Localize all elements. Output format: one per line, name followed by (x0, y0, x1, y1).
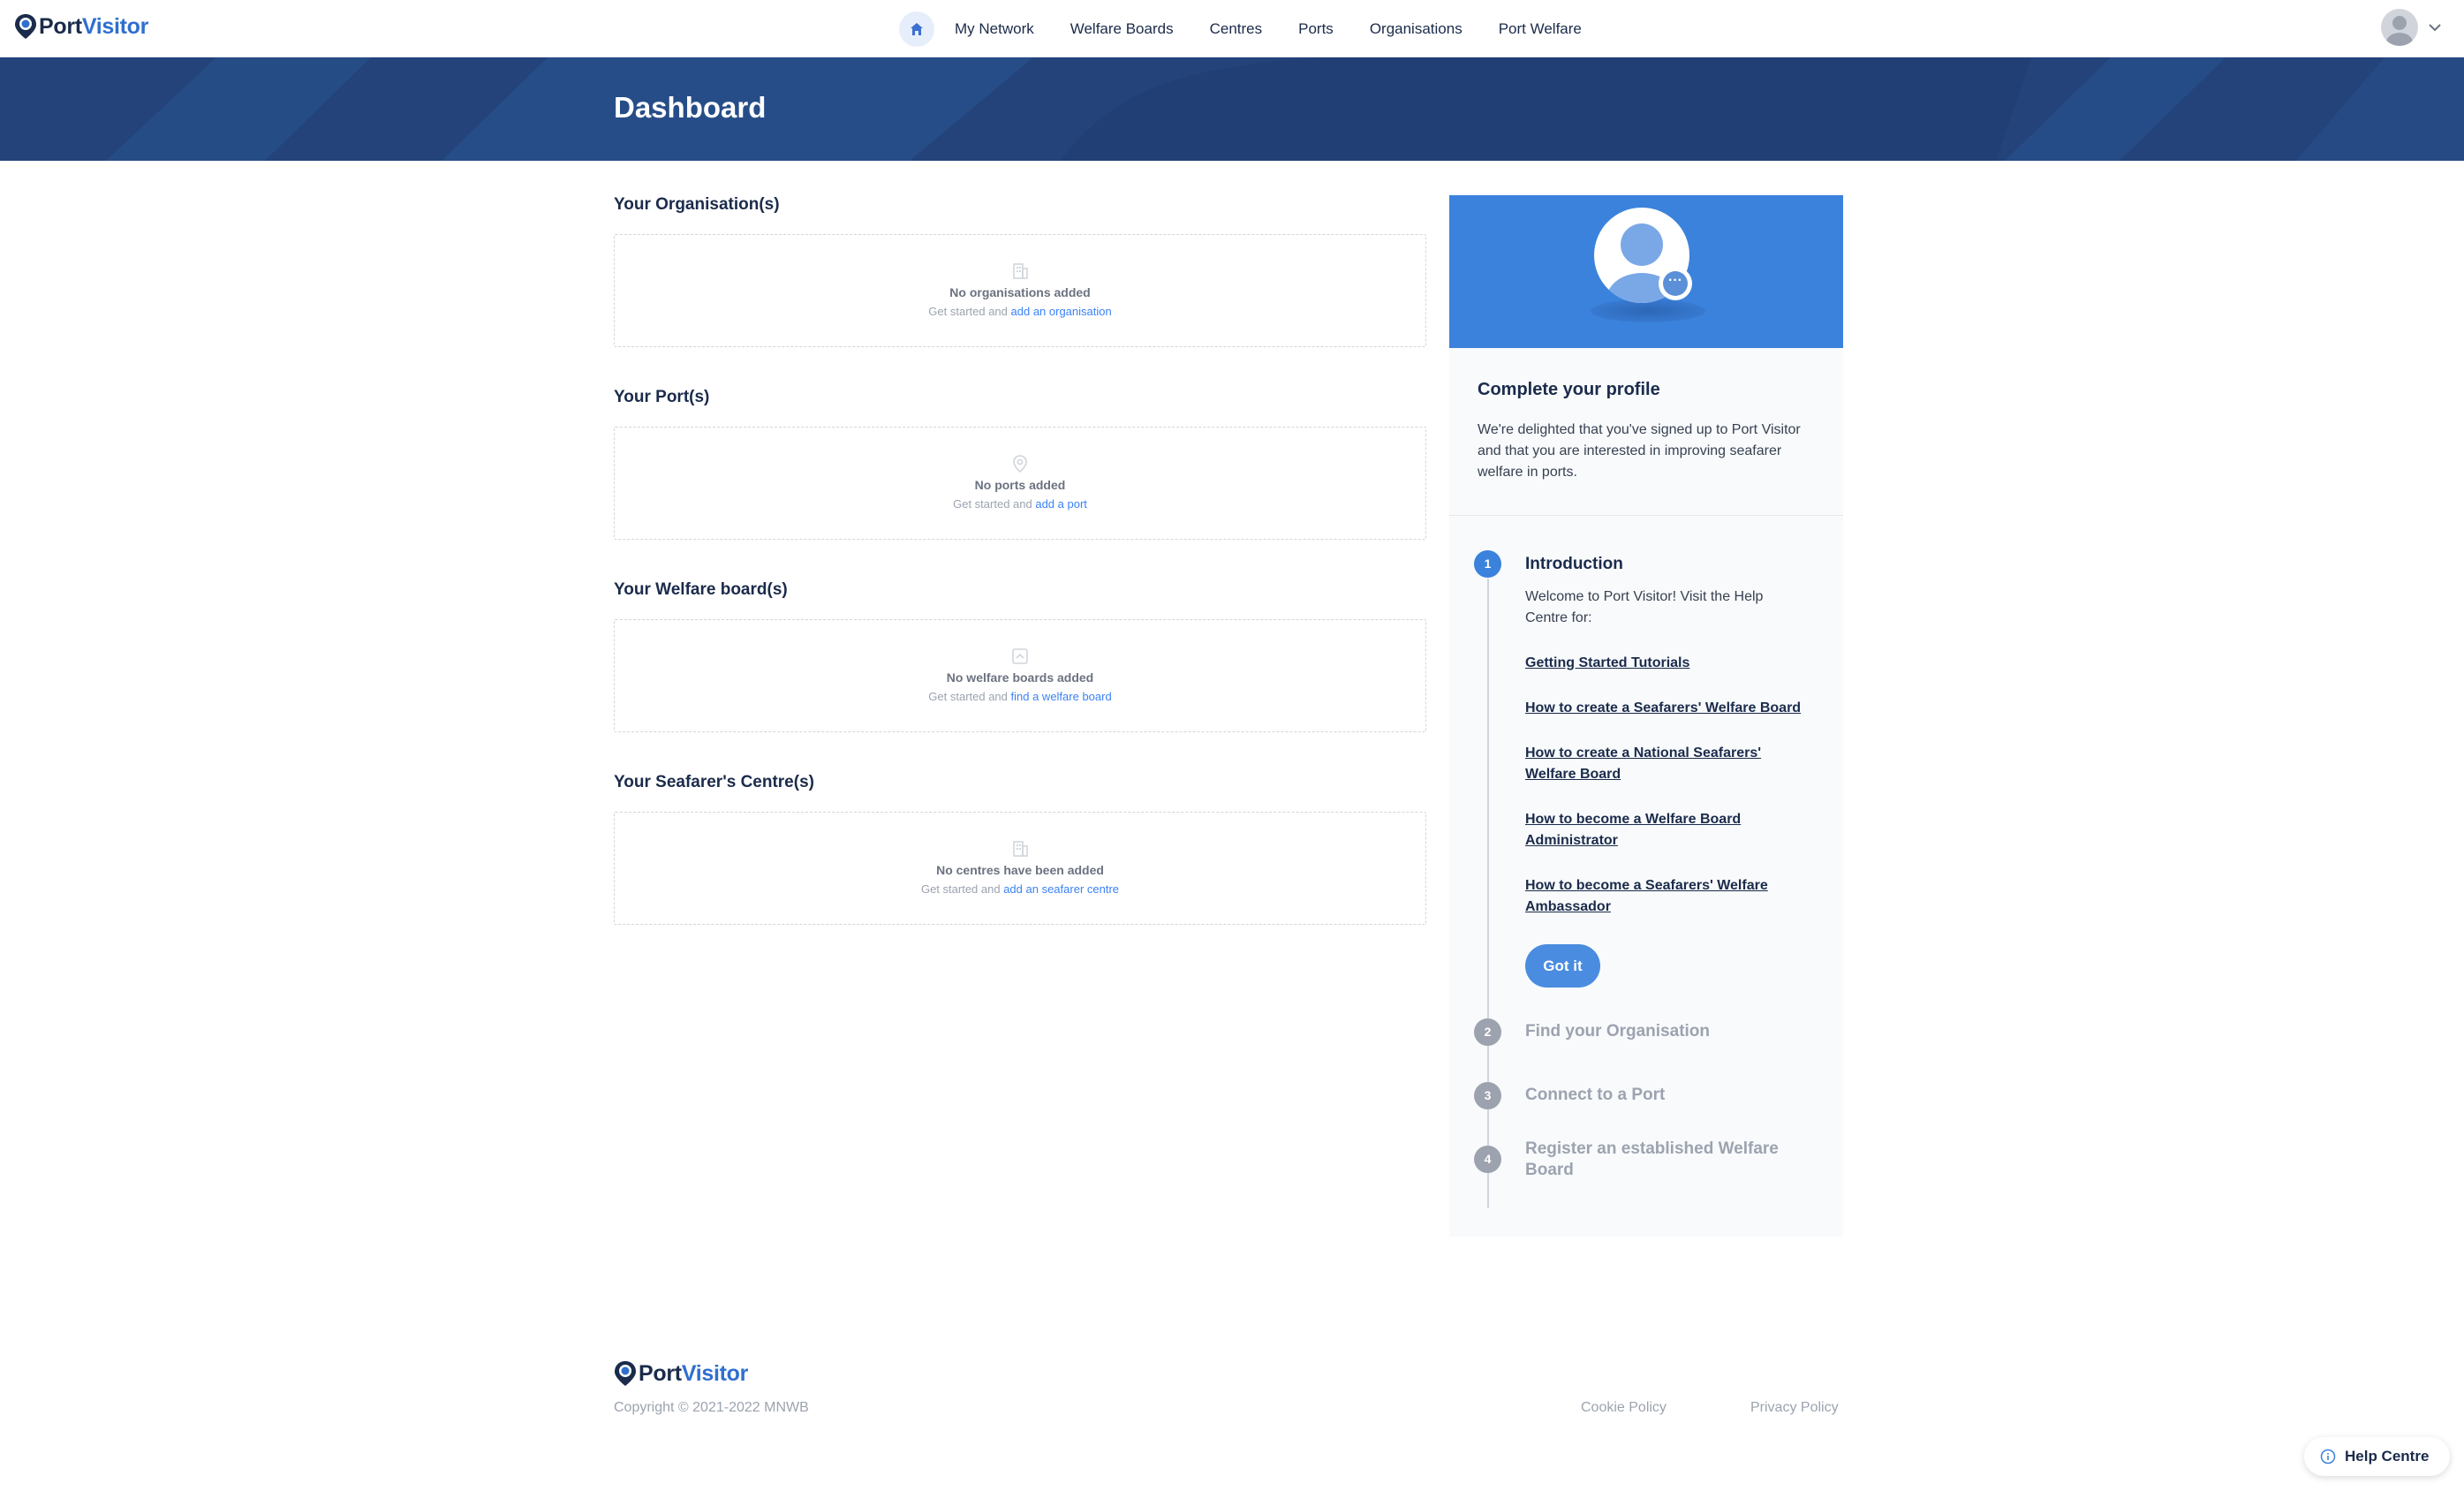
board-icon (1012, 648, 1028, 664)
nav-ports[interactable]: Ports (1298, 20, 1334, 38)
empty-hint: Get started and add a port (953, 497, 1087, 511)
empty-hint: Get started and add an seafarer centre (920, 882, 1120, 896)
nav-port-welfare[interactable]: Port Welfare (1499, 20, 1582, 38)
help-link-create-welfare-board[interactable]: How to create a Seafarers' Welfare Board (1525, 698, 1817, 719)
nav-centres[interactable]: Centres (1210, 20, 1263, 38)
logo-pin-icon (615, 1361, 636, 1386)
info-icon (2320, 1449, 2336, 1465)
add-organisation-link[interactable]: add an organisation (1011, 305, 1112, 318)
home-button[interactable] (899, 11, 934, 47)
empty-title: No welfare boards added (946, 670, 1094, 685)
user-menu[interactable] (2381, 9, 2443, 46)
add-seafarer-centre-link[interactable]: add an seafarer centre (1003, 882, 1119, 896)
help-centre-button[interactable]: Help Centre (2304, 1437, 2450, 1476)
profile-hero: ··· (1449, 195, 1843, 348)
help-link-become-ambassador[interactable]: How to become a Seafarers' Welfare Ambas… (1525, 875, 1790, 918)
building-icon (1013, 841, 1028, 857)
nav-organisations[interactable]: Organisations (1370, 20, 1463, 38)
help-centre-label: Help Centre (2345, 1448, 2430, 1465)
nav-welfare-boards[interactable]: Welfare Boards (1070, 20, 1174, 38)
divider (1449, 515, 1843, 516)
empty-hint: Get started and find a welfare board (928, 690, 1112, 703)
step-title-connect-port[interactable]: Connect to a Port (1525, 1085, 1808, 1106)
step-number-3: 3 (1474, 1082, 1501, 1109)
user-icon (2386, 16, 2413, 46)
got-it-button[interactable]: Got it (1525, 944, 1600, 988)
step-number-4: 4 (1474, 1146, 1501, 1173)
logo-pin-icon (15, 14, 36, 39)
copyright: Copyright © 2021-2022 MNWB (614, 1400, 809, 1415)
centres-heading: Your Seafarer's Centre(s) (614, 773, 814, 791)
avatar (2381, 9, 2418, 46)
panel-title: Complete your profile (1478, 380, 1660, 399)
add-port-link[interactable]: add a port (1035, 497, 1087, 511)
ports-heading: Your Port(s) (614, 388, 710, 406)
help-link-become-administrator[interactable]: How to become a Welfare Board Administra… (1525, 809, 1790, 851)
ports-empty-state: No ports added Get started and add a por… (614, 427, 1426, 540)
brand-name: PortVisitor (39, 13, 149, 39)
page-banner: Dashboard (0, 57, 2464, 161)
footer-logo[interactable]: PortVisitor (614, 1360, 748, 1387)
empty-title: No organisations added (949, 285, 1091, 299)
panel-description: We're delighted that you've signed up to… (1478, 422, 1801, 480)
privacy-policy-link[interactable]: Privacy Policy (1750, 1400, 1839, 1416)
chevron-down-icon (2429, 24, 2441, 32)
welfare-boards-empty-state: No welfare boards added Get started and … (614, 619, 1426, 732)
nav-my-network[interactable]: My Network (955, 20, 1034, 38)
step-title-find-organisation[interactable]: Find your Organisation (1525, 1021, 1808, 1042)
organisations-empty-state: No organisations added Get started and a… (614, 234, 1426, 347)
centres-empty-state: No centres have been added Get started a… (614, 812, 1426, 925)
step-connector (1487, 579, 1489, 1208)
map-pin-icon (1013, 455, 1027, 473)
help-link-getting-started[interactable]: Getting Started Tutorials (1525, 653, 1817, 674)
organisations-heading: Your Organisation(s) (614, 195, 780, 214)
cookie-policy-link[interactable]: Cookie Policy (1581, 1400, 1667, 1416)
empty-title: No centres have been added (936, 863, 1104, 877)
home-icon (911, 22, 923, 35)
brand-name: PortVisitor (639, 1360, 749, 1386)
empty-hint: Get started and add an organisation (928, 305, 1112, 318)
profile-options-button[interactable]: ··· (1659, 267, 1692, 300)
top-navigation: PortVisitor My Network Welfare Boards Ce… (0, 0, 2464, 57)
step-title-introduction[interactable]: Introduction (1525, 555, 1623, 574)
step-number-1: 1 (1474, 550, 1501, 578)
intro-text: Welcome to Port Visitor! Visit the Help … (1525, 589, 1764, 625)
welfare-boards-heading: Your Welfare board(s) (614, 580, 788, 599)
more-icon: ··· (1663, 271, 1688, 296)
brand-logo[interactable]: PortVisitor (14, 13, 148, 40)
page-title: Dashboard (614, 91, 767, 124)
empty-title: No ports added (974, 478, 1066, 492)
main-nav: My Network Welfare Boards Centres Ports … (899, 0, 1618, 57)
building-icon (1013, 263, 1028, 279)
step-title-register-board[interactable]: Register an established Welfare Board (1525, 1139, 1808, 1181)
complete-profile-panel: ··· Complete your profile We're delighte… (1449, 195, 1843, 1237)
help-link-create-national-board[interactable]: How to create a National Seafarers' Welf… (1525, 743, 1790, 785)
step-number-2: 2 (1474, 1018, 1501, 1046)
find-welfare-board-link[interactable]: find a welfare board (1011, 690, 1112, 703)
banner-pattern (106, 57, 2464, 161)
hero-shadow (1591, 299, 1705, 322)
